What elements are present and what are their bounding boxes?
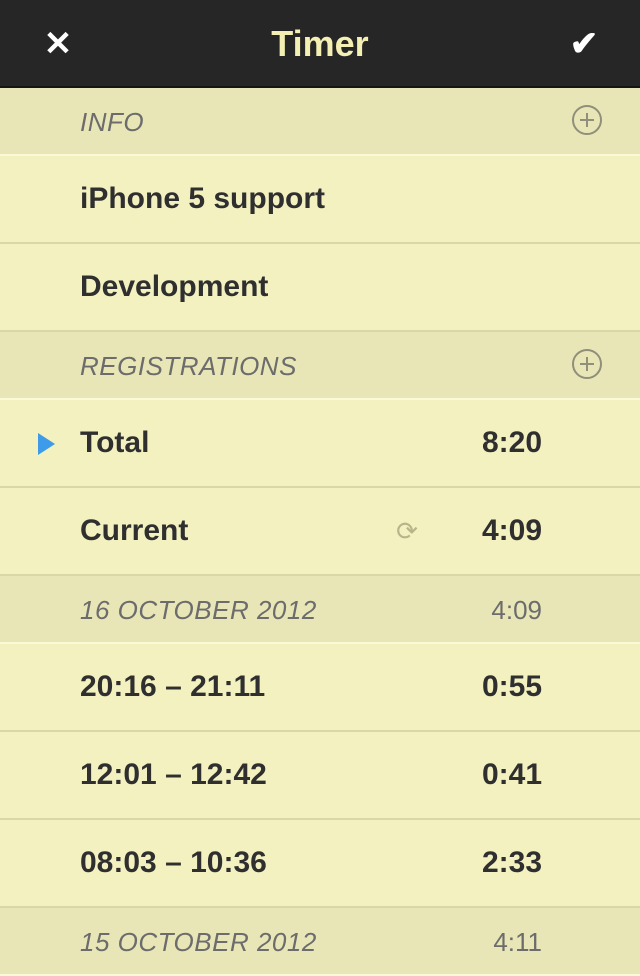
sync-icon: ⟳ (396, 516, 418, 546)
day-total: 4:09 (491, 595, 542, 625)
info-section-header: INFO (0, 88, 640, 156)
play-arrow-icon (38, 433, 55, 455)
navigation-bar: ✕ Timer ✔ (0, 0, 640, 88)
total-row[interactable]: Total 8:20 (0, 400, 640, 488)
info-item-project[interactable]: iPhone 5 support (0, 156, 640, 244)
checkmark-icon: ✔ (569, 25, 599, 63)
day-date: 15 OCTOBER 2012 (80, 927, 317, 957)
time-entry-range: 20:16 – 21:11 (80, 670, 266, 703)
day-section-header: 15 OCTOBER 2012 4:11 (0, 908, 640, 976)
day-total: 4:11 (493, 927, 542, 957)
time-entry-duration: 0:55 (481, 670, 542, 703)
time-entry-range: 08:03 – 10:36 (80, 846, 267, 879)
current-label: Current (80, 514, 189, 547)
add-registration-button[interactable] (572, 349, 602, 379)
time-entry-duration: 2:33 (481, 846, 542, 879)
day-date: 16 OCTOBER 2012 (80, 595, 317, 625)
add-info-button[interactable] (572, 105, 602, 135)
registrations-section-header: REGISTRATIONS (0, 332, 640, 400)
day-section-header: 16 OCTOBER 2012 4:09 (0, 576, 640, 644)
time-entry-row[interactable]: 12:01 – 12:42 0:41 (0, 732, 640, 820)
info-item-label: Development (80, 270, 269, 303)
info-item-label: iPhone 5 support (80, 182, 326, 215)
done-button[interactable]: ✔ (540, 0, 628, 88)
time-entry-duration: 0:41 (481, 758, 542, 791)
total-label: Total (80, 426, 150, 459)
registrations-section-label: REGISTRATIONS (80, 351, 297, 381)
time-entry-row[interactable]: 08:03 – 10:36 2:33 (0, 820, 640, 908)
current-row[interactable]: Current ⟳ 4:09 (0, 488, 640, 576)
time-entry-range: 12:01 – 12:42 (80, 758, 267, 791)
total-value: 8:20 (481, 426, 542, 459)
info-item-task[interactable]: Development (0, 244, 640, 332)
current-value: 4:09 (481, 514, 542, 547)
time-entry-row[interactable]: 20:16 – 21:11 0:55 (0, 644, 640, 732)
info-section-label: INFO (80, 107, 145, 137)
